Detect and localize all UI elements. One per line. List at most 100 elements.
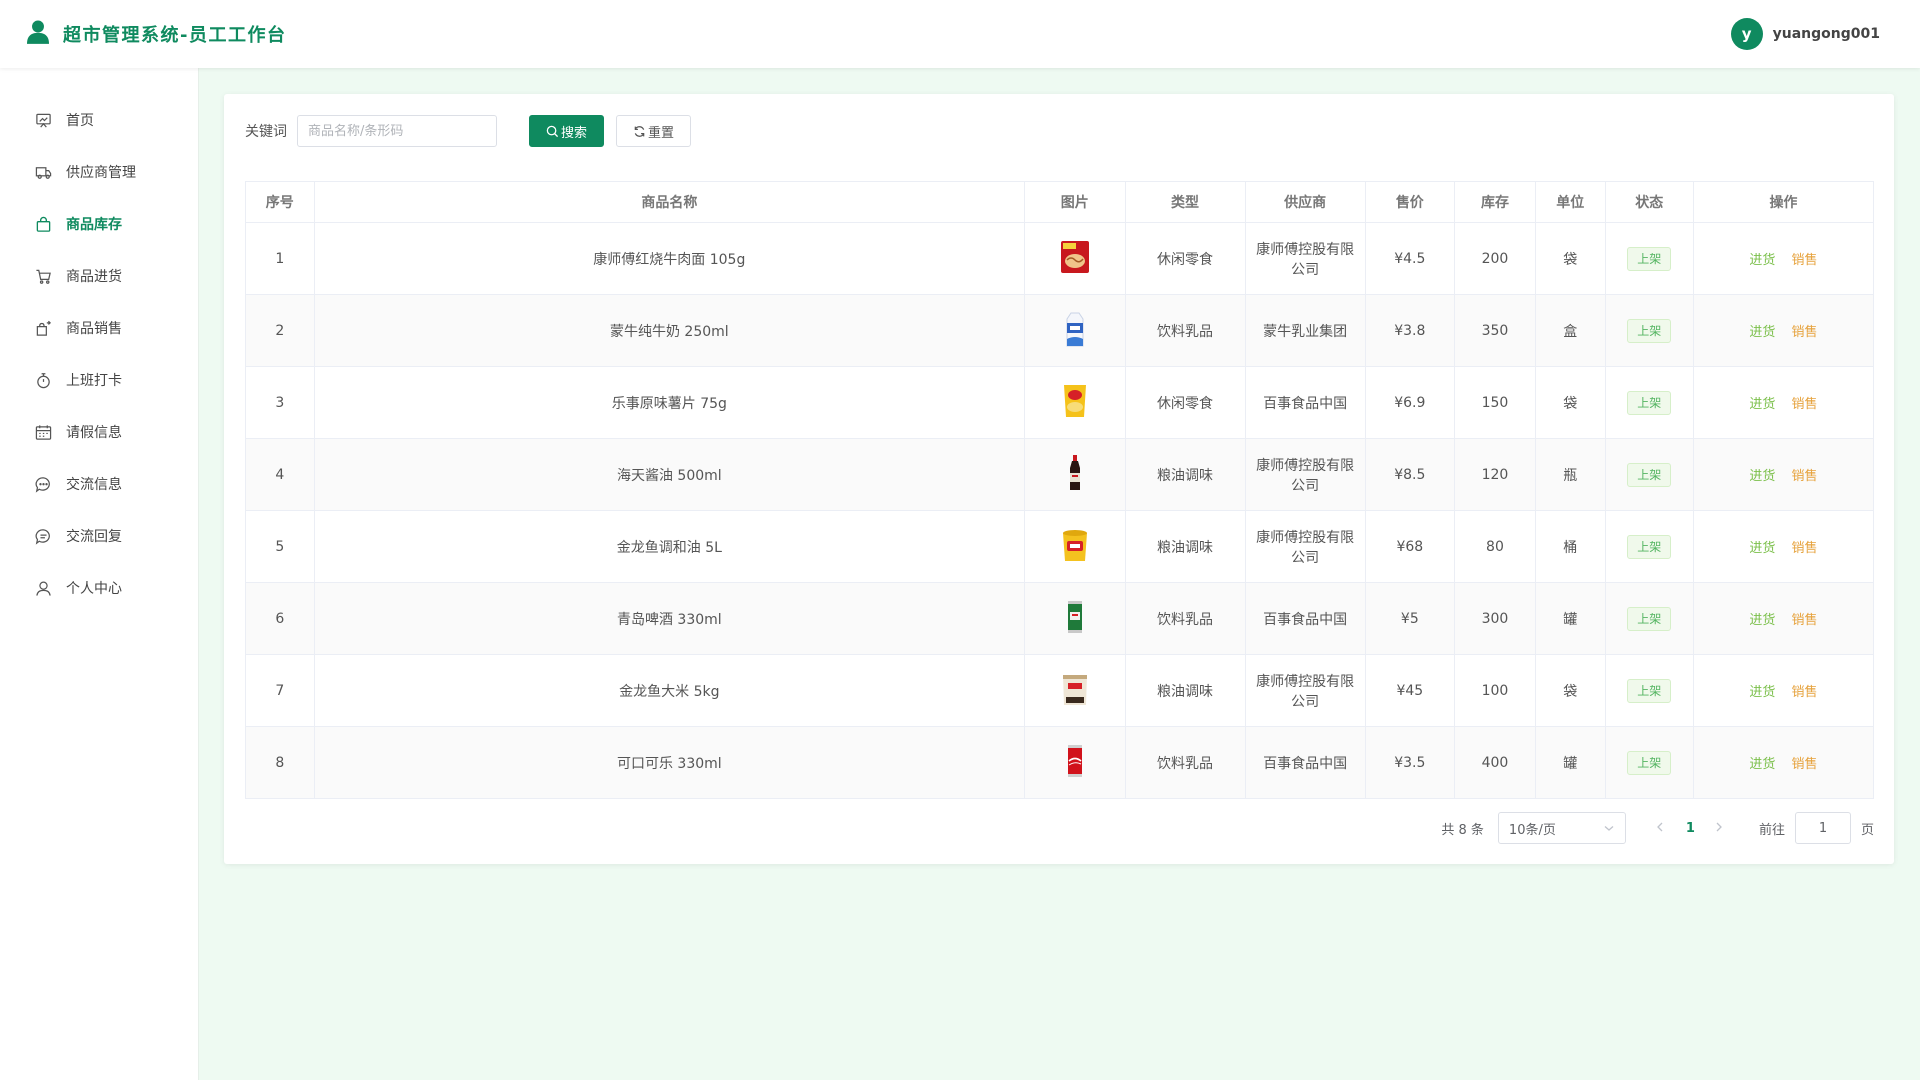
cell-price: ¥8.5 — [1364, 438, 1456, 511]
sell-link[interactable]: 销售 — [1791, 397, 1817, 412]
table-row: 7 金龙鱼大米 5kg 粮油调味 康师傅控股有限公司 ¥45 100 袋 上架 … — [245, 654, 1875, 727]
cell-supplier: 百事食品中国 — [1244, 726, 1366, 799]
cell-name: 青岛啤酒 330ml — [313, 582, 1026, 655]
sidebar-item-leave[interactable]: 请假信息 — [0, 406, 198, 458]
cell-price: ¥45 — [1364, 654, 1456, 727]
sell-link[interactable]: 销售 — [1791, 613, 1817, 628]
product-image — [1055, 597, 1095, 637]
cell-unit: 瓶 — [1534, 438, 1606, 511]
sidebar-item-label: 交流回复 — [66, 529, 122, 545]
truck-icon — [35, 164, 52, 181]
column-header: 商品名称 — [313, 181, 1026, 223]
cell-supplier: 康师傅控股有限公司 — [1244, 222, 1366, 295]
cell-price: ¥4.5 — [1364, 222, 1456, 295]
status-badge: 上架 — [1627, 390, 1672, 415]
cell-price: ¥68 — [1364, 510, 1456, 583]
sidebar-item-label: 个人中心 — [66, 581, 122, 597]
sidebar-item-sales[interactable]: 商品销售 — [0, 302, 198, 354]
sell-link[interactable]: 销售 — [1791, 685, 1817, 700]
cell-unit: 盒 — [1534, 294, 1606, 367]
sidebar-item-inventory[interactable]: 商品库存 — [0, 198, 198, 250]
cell-unit: 罐 — [1534, 726, 1606, 799]
sidebar-item-home[interactable]: 首页 — [0, 94, 198, 146]
sell-link[interactable]: 销售 — [1791, 253, 1817, 268]
sell-link[interactable]: 销售 — [1791, 469, 1817, 484]
sell-link[interactable]: 销售 — [1791, 541, 1817, 556]
sidebar-item-profile[interactable]: 个人中心 — [0, 562, 198, 614]
purchase-link[interactable]: 进货 — [1749, 469, 1775, 484]
cell-unit: 袋 — [1534, 654, 1606, 727]
sidebar-item-clock-in[interactable]: 上班打卡 — [0, 354, 198, 406]
sidebar-item-replies[interactable]: 交流回复 — [0, 510, 198, 562]
sidebar-item-label: 商品库存 — [66, 217, 122, 233]
sidebar-item-suppliers[interactable]: 供应商管理 — [0, 146, 198, 198]
status-badge: 上架 — [1627, 246, 1672, 271]
goods-table: 序号 商品名称 图片 类型 供应商 售价 库存 单位 状态 操作 1 康师傅红烧… — [245, 181, 1875, 799]
cell-no: 7 — [245, 654, 315, 727]
product-image — [1055, 237, 1095, 277]
cell-type: 饮料乳品 — [1124, 726, 1246, 799]
product-image — [1055, 381, 1095, 421]
prev-page-button[interactable] — [1654, 821, 1668, 835]
column-header: 库存 — [1454, 181, 1536, 223]
chevron-right-icon — [1713, 821, 1725, 835]
page-size-select[interactable]: 10条/页 — [1497, 812, 1626, 844]
purchase-link[interactable]: 进货 — [1749, 685, 1775, 700]
table-header-row: 序号 商品名称 图片 类型 供应商 售价 库存 单位 状态 操作 — [245, 181, 1875, 223]
table-row: 1 康师傅红烧牛肉面 105g 休闲零食 康师傅控股有限公司 ¥4.5 200 … — [245, 222, 1875, 295]
username[interactable]: yuangong001 — [1773, 26, 1880, 42]
status-badge: 上架 — [1627, 606, 1672, 631]
table-row: 4 海天酱油 500ml 粮油调味 康师傅控股有限公司 ¥8.5 120 瓶 上… — [245, 438, 1875, 511]
chevron-down-icon — [1603, 822, 1615, 834]
purchase-link[interactable]: 进货 — [1749, 541, 1775, 556]
sidebar-item-label: 首页 — [66, 113, 94, 129]
cell-supplier: 康师傅控股有限公司 — [1244, 654, 1366, 727]
column-header: 操作 — [1692, 181, 1875, 223]
page-number-current[interactable]: 1 — [1686, 821, 1695, 836]
sidebar-item-purchase[interactable]: 商品进货 — [0, 250, 198, 302]
cell-stock: 300 — [1454, 582, 1536, 655]
status-badge: 上架 — [1627, 750, 1672, 775]
chevron-left-icon — [1654, 821, 1666, 835]
status-badge: 上架 — [1627, 534, 1672, 559]
cell-unit: 袋 — [1534, 366, 1606, 439]
purchase-link[interactable]: 进货 — [1749, 253, 1775, 268]
cell-name: 海天酱油 500ml — [313, 438, 1026, 511]
avatar[interactable]: y — [1730, 18, 1763, 50]
cell-name: 金龙鱼调和油 5L — [313, 510, 1026, 583]
cell-name: 乐事原味薯片 75g — [313, 366, 1026, 439]
rice-bag-icon — [1062, 674, 1087, 705]
search-input[interactable] — [297, 115, 497, 147]
cell-type: 饮料乳品 — [1124, 294, 1246, 367]
reset-button[interactable]: 重置 — [616, 115, 692, 147]
user-menu[interactable]: y yuangong001 — [1730, 18, 1880, 50]
cell-type: 休闲零食 — [1124, 222, 1246, 295]
cola-can-icon — [1067, 744, 1082, 777]
chat-icon — [35, 476, 52, 493]
sell-link[interactable]: 销售 — [1791, 325, 1817, 340]
sell-link[interactable]: 销售 — [1791, 757, 1817, 772]
search-button[interactable]: 搜索 — [529, 115, 605, 147]
purchase-link[interactable]: 进货 — [1749, 397, 1775, 412]
potato-chips-icon — [1063, 384, 1086, 417]
sidebar-item-label: 请假信息 — [66, 425, 122, 441]
purchase-link[interactable]: 进货 — [1749, 325, 1775, 340]
brand: 超市管理系统-员工工作台 — [27, 20, 286, 48]
column-header: 序号 — [245, 181, 315, 223]
cell-supplier: 百事食品中国 — [1244, 366, 1366, 439]
next-page-button[interactable] — [1713, 821, 1727, 835]
cell-no: 6 — [245, 582, 315, 655]
cell-stock: 400 — [1454, 726, 1536, 799]
sidebar-item-messages[interactable]: 交流信息 — [0, 458, 198, 510]
cell-stock: 120 — [1454, 438, 1536, 511]
purchase-link[interactable]: 进货 — [1749, 613, 1775, 628]
reset-button-label: 重置 — [648, 125, 675, 141]
purchase-link[interactable]: 进货 — [1749, 757, 1775, 772]
cell-type: 饮料乳品 — [1124, 582, 1246, 655]
cell-stock: 100 — [1454, 654, 1536, 727]
cell-type: 粮油调味 — [1124, 510, 1246, 583]
goto-page-input[interactable] — [1794, 812, 1851, 844]
soy-sauce-bottle-icon — [1069, 454, 1080, 490]
cell-no: 1 — [245, 222, 315, 295]
sidebar: 首页 供应商管理 商品库存 商品进货 商品销售 上班打卡 请假信息 交流信息 交… — [0, 68, 199, 1080]
